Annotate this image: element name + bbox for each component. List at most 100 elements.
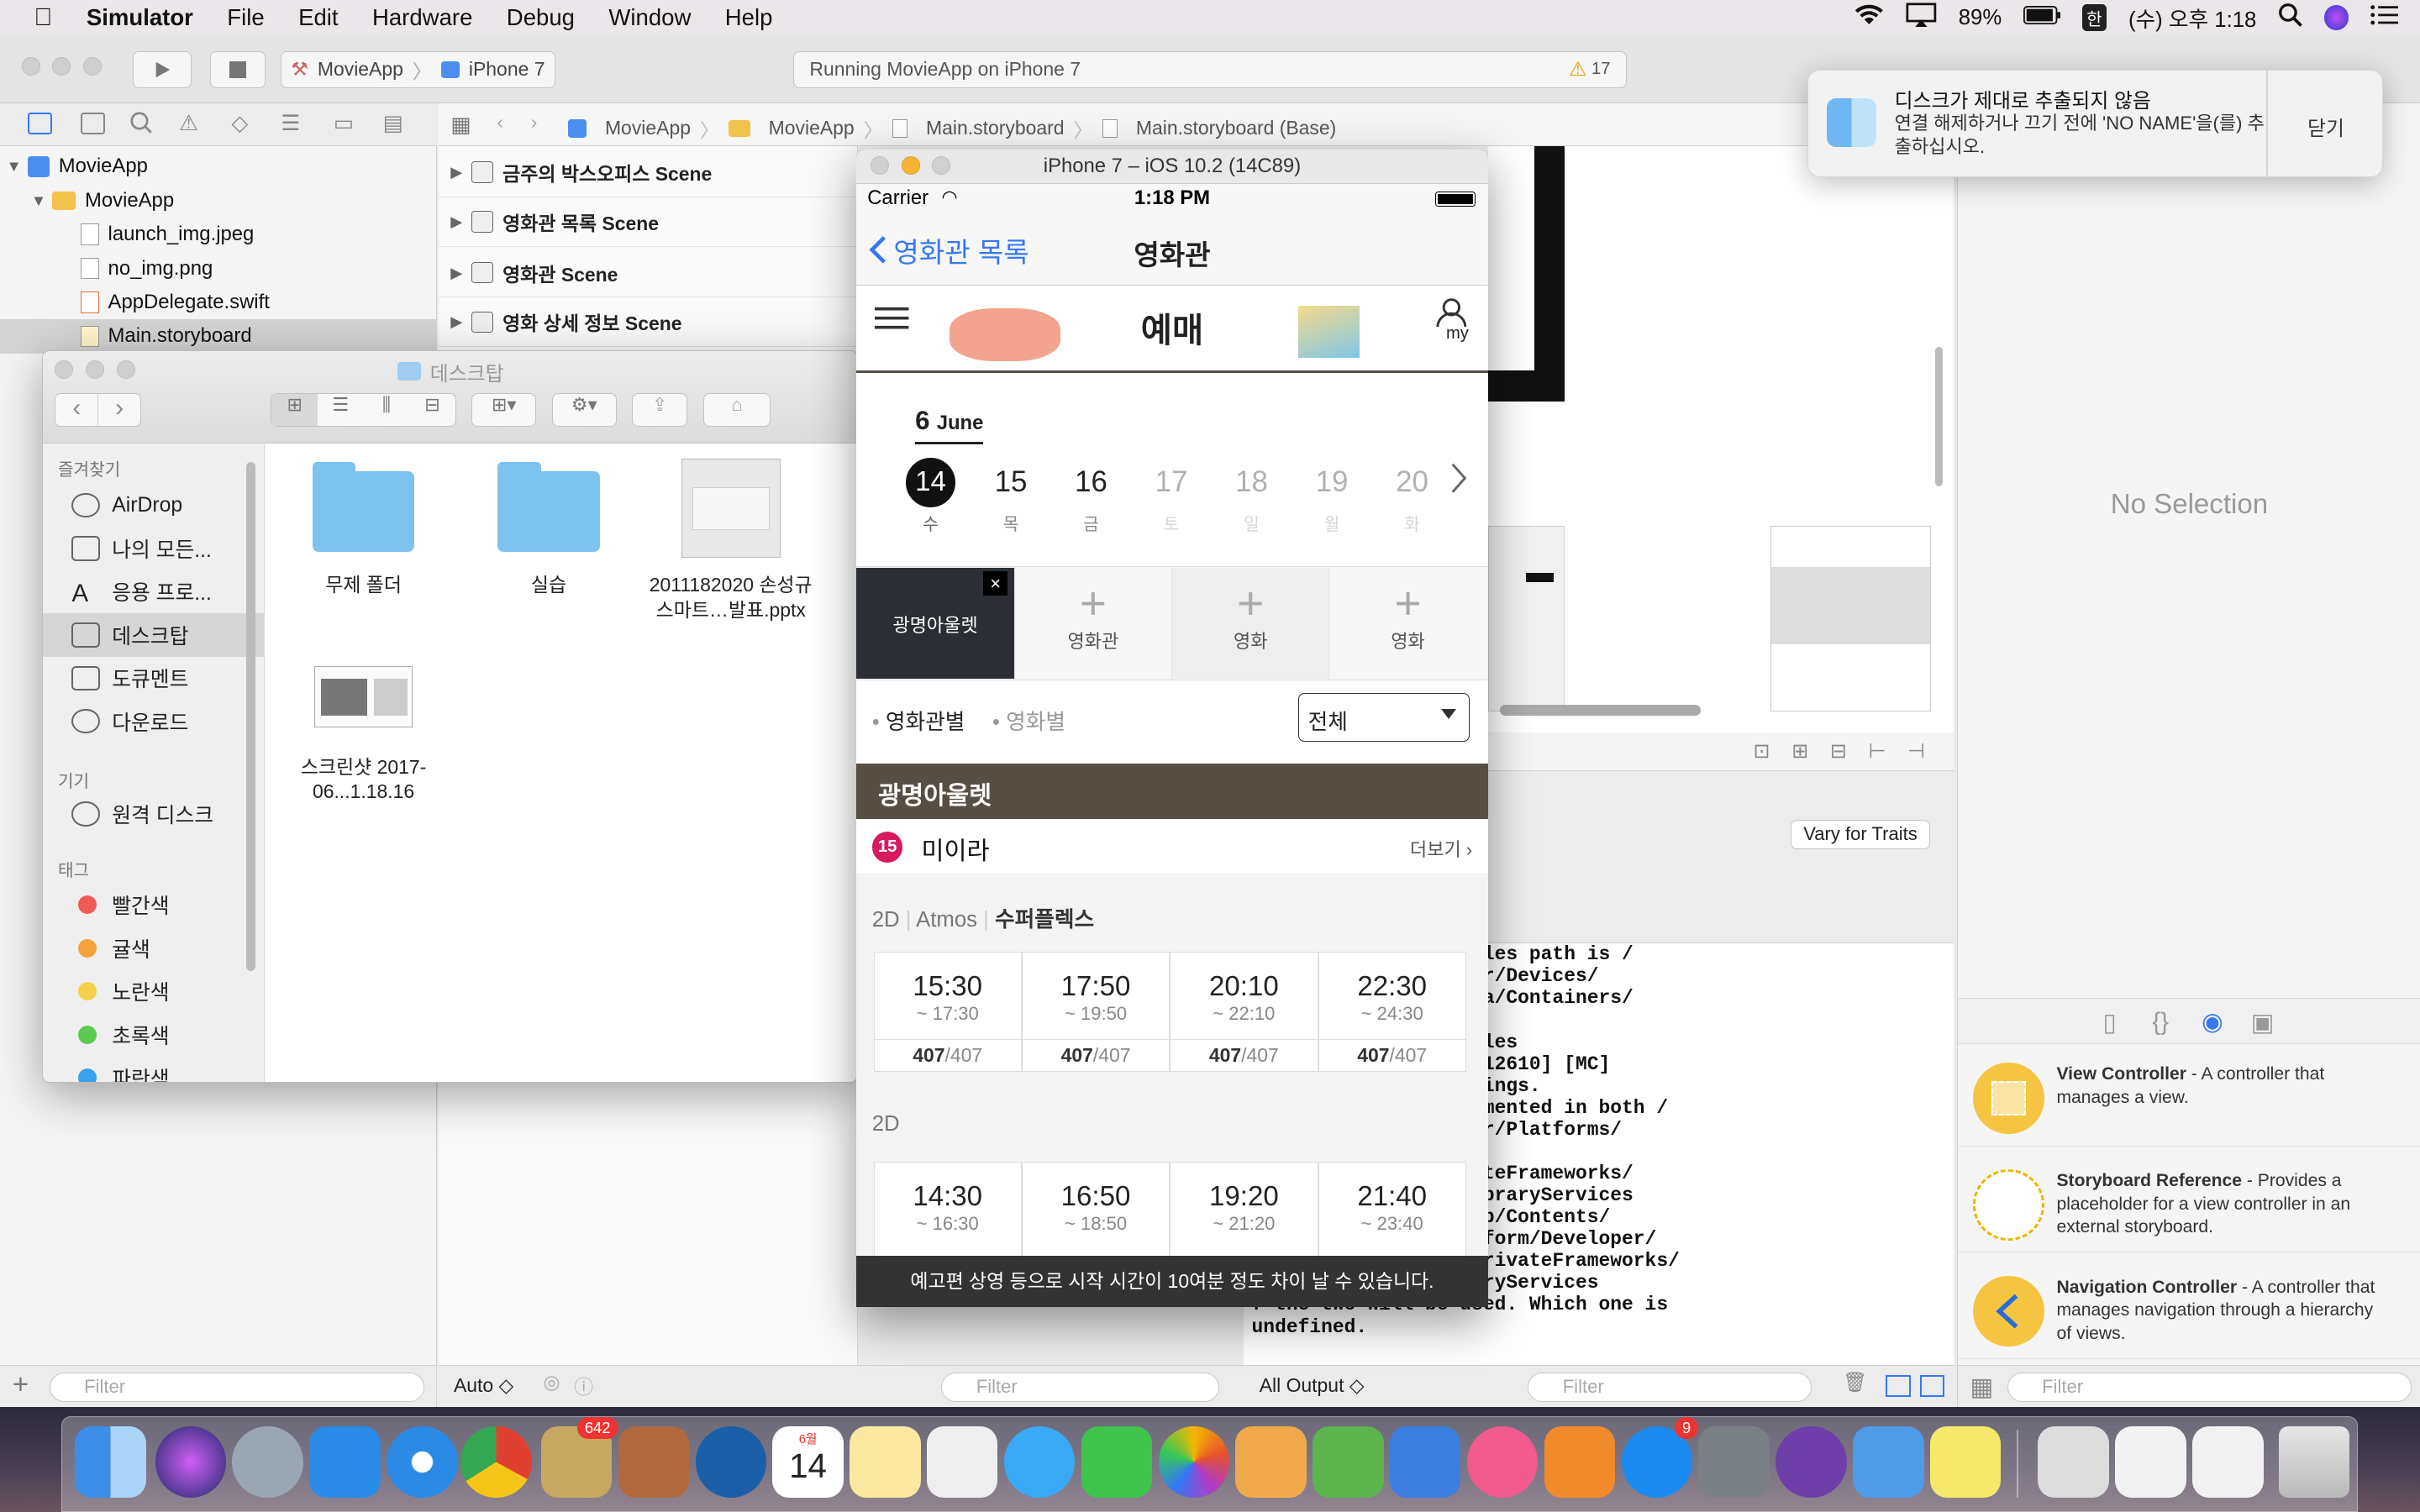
sidebar-tag-green[interactable]: 초록색 [43,1013,265,1056]
notification-close-button[interactable]: 닫기 [2268,112,2384,141]
nav-item-file[interactable]: AppDelegate.swift [0,286,437,319]
chevron-right-icon[interactable] [1449,461,1468,501]
tab-add-movie[interactable]: + 영화 [1328,567,1486,680]
more-link[interactable]: 더보기 › [1410,835,1472,862]
sort-by-movie[interactable]: • 영화별 [992,705,1065,736]
tab-add-theater[interactable]: + 영화관 [1013,567,1172,680]
sidebar-item-airdrop[interactable]: AirDrop [43,484,265,527]
scheme-selector[interactable]: ⚒ MovieApp 〉 iPhone 7 [281,50,556,88]
warning-icon[interactable]: ⚠ [1569,57,1586,81]
quicktime-dock-icon[interactable] [695,1426,766,1498]
notes-dock-icon[interactable] [850,1426,921,1498]
tab-add-movie[interactable]: + 영화 [1171,567,1329,680]
nav-item-project[interactable]: ▼ MovieApp [0,150,437,183]
sidebar-item-remote-disc[interactable]: 원격 디스크 [43,792,265,835]
minimized-window-thumbnail[interactable] [2115,1426,2186,1498]
jump-group[interactable]: MovieApp [769,117,855,139]
menu-window[interactable]: Window [608,4,691,31]
icon-view-icon[interactable]: ⊞ [271,393,318,426]
sidebar-scrollbar[interactable] [246,462,256,972]
movie-row[interactable]: 15 미이라 더보기 › [856,819,1488,875]
object-library-icon[interactable]: ◉ [2202,1007,2223,1037]
file-template-icon[interactable]: ▯ [2103,1008,2117,1037]
jump-file[interactable]: Main.storyboard [926,117,1064,139]
split-right-icon[interactable] [1919,1375,1945,1398]
finder-dock-icon[interactable] [75,1426,146,1498]
project-navigator-icon[interactable] [28,113,53,134]
variables-filter-input[interactable]: Filter [941,1372,1219,1402]
jump-project[interactable]: MovieApp [605,117,691,139]
sidebar-item-documents[interactable]: 도큐멘트 [43,657,265,700]
grid-view-icon[interactable]: ▦ [1970,1373,1994,1402]
gallery-view-icon[interactable]: ⊟ [409,394,455,426]
minimize-window-button[interactable] [901,155,920,175]
navigator-filter-input[interactable]: Filter [49,1372,425,1402]
showtime-cell[interactable]: 20:10 ~ 22:10 407/407 [1170,952,1318,1073]
contacts-dock-icon[interactable] [618,1426,690,1498]
sidebar-item-applications[interactable]: A 응용 프로... [43,570,265,613]
filter-select[interactable]: 전체 [1297,692,1470,743]
sort-by-theater[interactable]: • 영화관별 [872,705,965,736]
sidebar-tag-orange[interactable]: 귤색 [43,927,265,969]
wifi-icon[interactable] [1854,4,1885,32]
find-navigator-icon[interactable] [129,111,154,142]
photos-dock-icon[interactable] [1158,1426,1229,1498]
date-item-selected[interactable]: 14 수 [891,458,971,534]
calendar-dock-icon[interactable]: 6월 14 [772,1426,844,1498]
storyboard-canvas[interactable] [1487,146,1954,764]
spotlight-icon[interactable] [2278,3,2302,33]
stickies-dock-icon[interactable] [1929,1426,2002,1498]
eye-icon[interactable]: ◎ [544,1371,560,1394]
file-item-folder[interactable]: 실습 [456,462,641,598]
trash-icon[interactable]: 🗑 [1843,1371,1867,1394]
facetime-dock-icon[interactable] [1081,1426,1153,1498]
issue-navigator-icon[interactable]: ⚠ [179,111,198,136]
forward-icon[interactable]: › [98,394,140,426]
close-window-button[interactable] [870,155,889,175]
input-method-icon[interactable]: 한 [2081,3,2107,32]
output-selector[interactable]: All Output ◇ [1260,1374,1365,1397]
sidebar-tag-yellow[interactable]: 노란색 [43,969,265,1012]
zoom-window-button[interactable] [932,155,951,175]
showtime-cell[interactable]: 22:30 ~ 24:30 407/407 [1318,952,1466,1073]
canvas-vscrollbar[interactable] [1935,347,1944,486]
split-left-icon[interactable] [1886,1375,1911,1398]
back-icon[interactable]: ‹ [497,111,503,134]
vary-for-traits-button[interactable]: Vary for Traits [1790,820,1931,850]
nav-item-file[interactable]: launch_img.jpeg [0,218,437,251]
auto-selector[interactable]: Auto ◇ [454,1374,513,1397]
back-icon[interactable]: ‹ [55,393,99,426]
nav-item-file-selected[interactable]: Main.storyboard [0,319,437,354]
scene-thumbnail[interactable] [1770,526,1931,711]
column-view-icon[interactable]: ⫼ [364,394,410,426]
menu-edit[interactable]: Edit [298,4,338,31]
numbers-dock-icon[interactable] [1313,1426,1384,1498]
zoom-window-button[interactable] [83,56,103,76]
library-item[interactable]: Navigation Controller - A controller tha… [1957,1263,2420,1360]
system-preferences-dock-icon[interactable] [1698,1426,1770,1498]
related-items-icon[interactable]: ▦ [450,113,471,138]
showtime-cell[interactable]: 15:30 ~ 17:30 407/407 [873,952,1022,1073]
menu-debug[interactable]: Debug [507,4,575,31]
outline-scene[interactable]: ▶ 금주의 박스오피스 Scene [438,148,859,198]
library-item[interactable]: Storyboard Reference - Provides a placeh… [1957,1158,2420,1253]
mail-dock-icon[interactable]: 642 [540,1417,618,1498]
share-icon[interactable]: ⇪ [632,392,688,427]
sidebar-tag-red[interactable]: 빨간색 [43,884,265,927]
media-library-icon[interactable]: ▣ [2251,1008,2275,1037]
test-navigator-icon[interactable]: ◇ [232,111,249,136]
layout-tools-icon[interactable]: ⊡⊞⊟⊢⊣ [1753,739,1946,764]
menu-file[interactable]: File [227,4,264,31]
airplay-icon[interactable] [1906,3,1937,33]
outline-scene[interactable]: ▶ 영화관 Scene [438,249,859,298]
minimize-window-button[interactable] [52,56,71,76]
report-navigator-icon[interactable]: ▤ [383,111,403,136]
list-view-icon[interactable]: ☰ [318,394,364,426]
console-filter-input[interactable]: Filter [1528,1372,1812,1402]
sidebar-item-downloads[interactable]: 다운로드 [43,700,265,743]
close-window-button[interactable] [21,56,40,76]
launchpad-dock-icon[interactable] [232,1426,303,1498]
tag-icon[interactable]: ⌂ [702,392,771,427]
date-item[interactable]: 15 목 [971,458,1051,534]
simulator-dock-icon[interactable] [1853,1426,1924,1498]
